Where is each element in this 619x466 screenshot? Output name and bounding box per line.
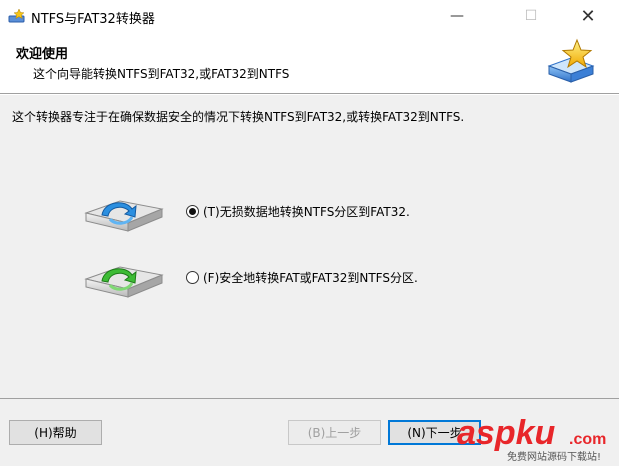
watermark-suffix: .com <box>569 431 606 448</box>
minimize-button[interactable]: — <box>434 0 480 32</box>
prev-button[interactable]: (B)上一步 <box>288 420 381 445</box>
title-bar: NTFS与FAT32转换器 — ☐ ✕ <box>0 0 619 32</box>
maximize-button[interactable]: ☐ <box>508 0 554 32</box>
option-ntfs-to-fat32[interactable]: (T)无损数据地转换NTFS分区到FAT32. <box>80 189 480 239</box>
help-button[interactable]: (H)帮助 <box>9 420 102 445</box>
watermark-tagline: 免费网站源码下载站! <box>507 450 601 463</box>
radio-ntfs-to-fat32[interactable] <box>186 205 199 218</box>
radio-fat32-to-ntfs[interactable] <box>186 271 199 284</box>
wizard-header: 欢迎使用 这个向导能转换NTFS到FAT32,或FAT32到NTFS <box>0 32 619 94</box>
window-title: NTFS与FAT32转换器 <box>31 12 155 27</box>
footer-divider <box>0 398 619 399</box>
close-button[interactable]: ✕ <box>565 0 611 32</box>
aspku-watermark-logo: aspku .com 免费网站源码下载站! <box>457 414 606 463</box>
drive-star-icon <box>547 38 595 83</box>
drive-green-arrow-icon <box>84 266 164 298</box>
intro-text: 这个转换器专注于在确保数据安全的情况下转换NTFS到FAT32,或转换FAT32… <box>12 110 465 124</box>
option-fat32-to-ntfs[interactable]: (F)安全地转换FAT或FAT32到NTFS分区. <box>80 255 480 305</box>
drive-blue-arrow-icon <box>84 200 164 232</box>
header-title: 欢迎使用 <box>16 47 69 62</box>
app-drive-star-icon <box>8 8 25 23</box>
watermark-brand: aspku <box>457 414 555 452</box>
option-label[interactable]: (T)无损数据地转换NTFS分区到FAT32. <box>203 203 410 220</box>
header-subtitle: 这个向导能转换NTFS到FAT32,或FAT32到NTFS <box>33 67 290 81</box>
option-label[interactable]: (F)安全地转换FAT或FAT32到NTFS分区. <box>203 269 418 286</box>
